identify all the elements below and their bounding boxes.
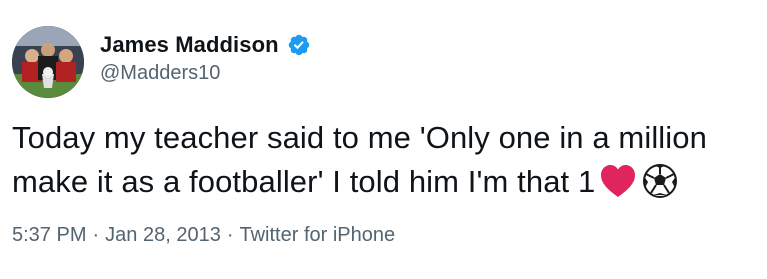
tweet-date[interactable]: Jan 28, 2013 (105, 224, 221, 246)
meta-separator-2: · (226, 224, 234, 246)
tweet-text: Today my teacher said to me 'Only one in… (12, 116, 757, 204)
tweet-card: James Maddison @Madders10 Today my teach… (0, 0, 767, 279)
tweet-source[interactable]: Twitter for iPhone (239, 224, 395, 246)
heart-emoji-icon (601, 165, 636, 197)
meta-separator-1: · (92, 224, 100, 246)
tweet-text-line-2: make it as a footballer' I told him I'm … (12, 160, 757, 204)
tweet-time[interactable]: 5:37 PM (12, 224, 86, 246)
verified-badge-icon (288, 34, 309, 56)
tweet-meta: 5:37 PM · Jan 28, 2013 · Twitter for iPhone (12, 224, 395, 247)
tweet-text-line-1: Today my teacher said to me 'Only one in… (12, 120, 707, 155)
avatar-photo (12, 26, 84, 98)
author-row: James Maddison (100, 30, 311, 60)
user-handle[interactable]: @Madders10 (100, 62, 220, 85)
avatar[interactable] (12, 26, 84, 98)
display-name[interactable]: James Maddison (100, 32, 279, 58)
tweet-text-line-2-content: make it as a footballer' I told him I'm … (12, 164, 596, 199)
soccer-ball-emoji-icon (643, 164, 678, 198)
